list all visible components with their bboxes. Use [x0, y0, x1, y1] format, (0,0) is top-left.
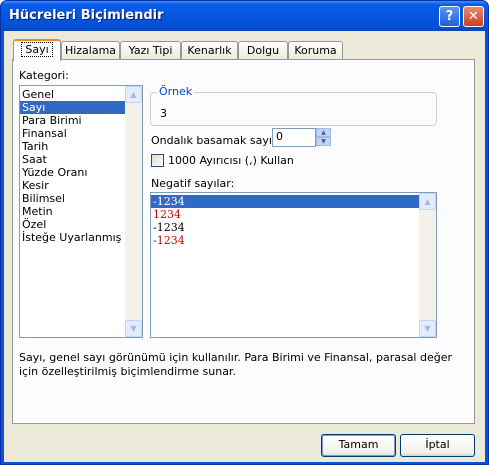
category-list[interactable]: Genel Sayı Para Birimi Finansal Tarih Saat Yüz…	[19, 85, 143, 338]
separator-checkbox[interactable]	[151, 154, 164, 167]
category-item[interactable]: Yüzde Oranı	[20, 166, 142, 179]
category-item[interactable]: Metin	[20, 205, 142, 218]
scroll-down-icon[interactable]: ▼	[125, 320, 142, 337]
scroll-up-icon[interactable]: ▲	[419, 193, 436, 210]
category-description: Sayı, genel sayı görünümü için kullanılı…	[19, 351, 453, 378]
dialog-client-area: Sayı Hizalama Yazı Tipi Kenarlık Dolgu K…	[4, 31, 485, 462]
scroll-up-icon[interactable]: ▲	[125, 86, 142, 103]
category-item[interactable]: Finansal	[20, 127, 142, 140]
dialog-window: Hücreleri Biçimlendir ? ✕ Sayı Hizalama …	[0, 0, 489, 465]
category-label: Kategori:	[19, 69, 69, 82]
negative-scrollbar[interactable]: ▲ ▼	[419, 193, 436, 337]
tab-sayi[interactable]: Sayı	[13, 39, 61, 61]
negative-format-item[interactable]: 1234	[151, 208, 436, 221]
category-item[interactable]: Para Birimi	[20, 114, 142, 127]
help-icon: ?	[445, 9, 454, 24]
tab-dolgu[interactable]: Dolgu	[238, 41, 288, 60]
sample-value: 3	[160, 107, 167, 120]
tab-label: Koruma	[294, 44, 337, 57]
sample-group: Örnek 3	[150, 85, 437, 126]
tab-label: Sayı	[21, 42, 53, 57]
cancel-button[interactable]: İptal	[400, 434, 475, 457]
tab-koruma[interactable]: Koruma	[288, 41, 343, 60]
category-item[interactable]: İsteğe Uyarlanmış	[20, 231, 142, 244]
category-item[interactable]: Kesir	[20, 179, 142, 192]
negative-format-item[interactable]: -1234	[151, 221, 436, 234]
tab-label: Yazı Tipi	[128, 44, 173, 57]
category-scrollbar[interactable]: ▲ ▼	[125, 86, 142, 337]
scroll-down-icon[interactable]: ▼	[419, 320, 436, 337]
tab-kenarlik[interactable]: Kenarlık	[181, 41, 238, 60]
category-item[interactable]: Sayı	[20, 101, 142, 114]
ok-button[interactable]: Tamam	[321, 434, 396, 457]
close-icon: ✕	[468, 9, 479, 24]
category-item[interactable]: Genel	[20, 88, 142, 101]
negative-format-item[interactable]: -1234	[151, 195, 436, 208]
close-button[interactable]: ✕	[463, 6, 484, 27]
tab-label: Dolgu	[246, 44, 280, 57]
spin-down-icon[interactable]: ▼	[316, 137, 331, 146]
window-title: Hücreleri Biçimlendir	[9, 8, 164, 23]
tab-panel-sayi: Kategori: Genel Sayı Para Birimi Finansal Ta…	[12, 59, 475, 424]
negative-label: Negatif sayılar:	[151, 177, 235, 190]
separator-label[interactable]: 1000 Ayırıcısı (,) Kullan	[168, 154, 294, 167]
decimal-spinner[interactable]: ▲ ▼	[316, 128, 331, 146]
tab-hizalama[interactable]: Hizalama	[61, 41, 120, 60]
tab-label: Kenarlık	[187, 44, 232, 57]
category-item[interactable]: Özel	[20, 218, 142, 231]
tab-label: Hizalama	[64, 44, 117, 57]
category-item[interactable]: Tarih	[20, 140, 142, 153]
title-bar[interactable]: Hücreleri Biçimlendir ? ✕	[1, 1, 488, 31]
category-item[interactable]: Saat	[20, 153, 142, 166]
decimal-places-input[interactable]: 0	[272, 128, 316, 147]
spin-up-icon[interactable]: ▲	[316, 128, 331, 137]
tab-yazi-tipi[interactable]: Yazı Tipi	[120, 41, 181, 60]
negative-numbers-list[interactable]: -1234 1234 -1234 -1234 ▲ ▼	[150, 192, 437, 338]
negative-format-item[interactable]: -1234	[151, 234, 436, 247]
help-button[interactable]: ?	[439, 6, 460, 27]
sample-title: Örnek	[157, 85, 195, 98]
category-item[interactable]: Bilimsel	[20, 192, 142, 205]
decimal-label: Ondalık basamak sayısı:	[151, 134, 285, 147]
